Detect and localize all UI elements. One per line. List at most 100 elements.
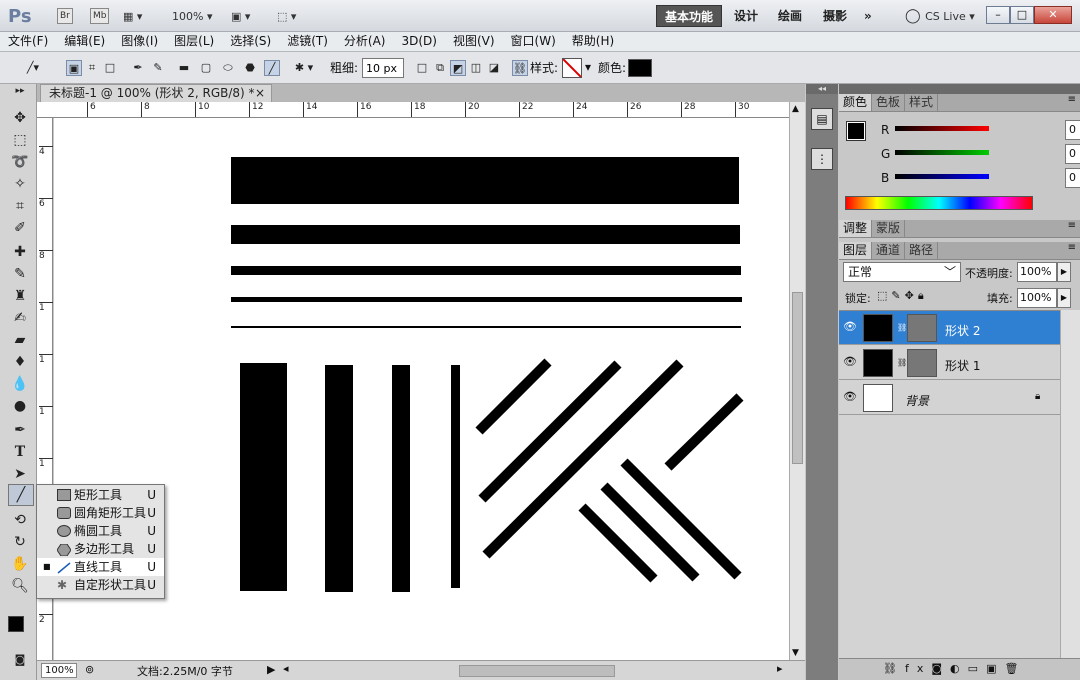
eye-icon[interactable]: 👁︎ xyxy=(843,356,857,368)
flyout-item-polygon[interactable]: 多边形工具 U xyxy=(37,540,164,558)
menu-window[interactable]: 窗口(W) xyxy=(503,32,564,51)
blue-value-field[interactable]: 0 xyxy=(1065,168,1080,188)
cs-live-button[interactable]: ◯ CS Live ▾ xyxy=(905,6,975,26)
menu-select[interactable]: 选择(S) xyxy=(222,32,279,51)
brush-tool[interactable]: ✎ xyxy=(9,264,31,284)
workspace-more-button[interactable]: » xyxy=(856,5,880,27)
rounded-rectangle-button[interactable]: ▢ xyxy=(198,60,214,76)
move-tool[interactable]: ✥ xyxy=(9,108,31,128)
menu-3d[interactable]: 3D(D) xyxy=(393,32,444,51)
red-slider[interactable] xyxy=(895,126,989,131)
link-style-button[interactable]: ⛓ xyxy=(512,60,528,76)
fill-field[interactable]: 100% xyxy=(1017,288,1057,308)
layer-row[interactable]: 👁︎ ⛓ 形状 1 xyxy=(839,346,1060,380)
quick-mask-button[interactable]: ◙ xyxy=(9,650,31,670)
eye-icon[interactable]: 👁︎ xyxy=(843,321,857,333)
green-slider[interactable] xyxy=(895,150,989,155)
properties-panel-button[interactable]: ⋮ xyxy=(811,148,833,170)
flyout-item-rounded-rectangle[interactable]: 圆角矩形工具 U xyxy=(37,504,164,522)
intersect-shape-area-button[interactable]: ◫ xyxy=(468,60,484,76)
mini-bridge-button[interactable]: Mb xyxy=(90,6,110,26)
workspace-essentials[interactable]: 基本功能 xyxy=(656,5,723,27)
close-tab-icon[interactable]: × xyxy=(255,85,265,101)
menu-file[interactable]: 文件(F) xyxy=(0,32,56,51)
workspace-painting[interactable]: 绘画 xyxy=(770,5,810,27)
dodge-tool[interactable]: ● xyxy=(9,396,31,416)
layer-row[interactable]: 👁︎ 背景 🔒︎ xyxy=(839,381,1060,415)
workspace-photography[interactable]: 摄影 xyxy=(815,5,855,27)
workspace-design[interactable]: 设计 xyxy=(726,5,766,27)
subtract-shape-area-button[interactable]: ◩ xyxy=(450,60,466,76)
layer-style-icon[interactable]: fx xyxy=(905,662,931,675)
tab-color[interactable]: 颜色 xyxy=(839,94,873,111)
minimize-button[interactable]: – xyxy=(986,6,1010,24)
foreground-color-swatch[interactable] xyxy=(8,616,24,632)
flyout-item-rectangle[interactable]: 矩形工具 U xyxy=(37,486,164,504)
scroll-up-icon[interactable]: ▲ xyxy=(792,104,799,114)
eraser-tool[interactable]: ▰ xyxy=(9,330,31,350)
lock-options-icons[interactable]: ⬚✎✥🔒︎ xyxy=(877,289,928,303)
tab-masks[interactable]: 蒙版 xyxy=(872,220,906,237)
weight-input[interactable] xyxy=(362,58,404,78)
arrange-documents-button[interactable]: ▣ ▾ xyxy=(231,6,250,26)
menu-image[interactable]: 图像(I) xyxy=(113,32,166,51)
pen-tool[interactable]: ✒ xyxy=(9,420,31,440)
tab-layers[interactable]: 图层 xyxy=(839,242,873,259)
status-menu-icon[interactable]: ▶ xyxy=(267,663,275,676)
scroll-right-icon[interactable]: ▸ xyxy=(777,662,783,675)
menu-edit[interactable]: 编辑(E) xyxy=(56,32,113,51)
horizontal-scroll-thumb[interactable] xyxy=(459,665,615,677)
zoom-tool[interactable]: 🔍︎ xyxy=(9,576,31,596)
fill-pixels-button[interactable]: □ xyxy=(102,60,118,76)
vertical-scroll-thumb[interactable] xyxy=(792,292,803,464)
add-shape-area-button[interactable]: ⧉ xyxy=(432,60,448,76)
quick-selection-tool[interactable]: ✧ xyxy=(9,174,31,194)
flyout-item-line[interactable]: ■ 直线工具 U xyxy=(37,558,164,576)
screen-mode-button[interactable]: ⬚ ▾ xyxy=(277,6,296,26)
blue-slider[interactable] xyxy=(895,174,989,179)
create-new-shape-area-button[interactable]: □ xyxy=(414,60,430,76)
blur-tool[interactable]: 💧 xyxy=(9,374,31,394)
close-button[interactable]: ✕ xyxy=(1034,6,1072,24)
path-selection-tool[interactable]: ➤ xyxy=(9,464,31,484)
bridge-button[interactable]: Br xyxy=(57,6,73,26)
pen-tool-button[interactable]: ✒ xyxy=(130,60,146,76)
history-brush-tool[interactable]: ✍ xyxy=(9,308,31,328)
tab-paths[interactable]: 路径 xyxy=(905,242,939,259)
line-button[interactable]: ╱ xyxy=(264,60,280,76)
zoom-field[interactable]: 100% xyxy=(41,663,77,678)
delete-layer-icon[interactable]: 🗑︎ xyxy=(1004,662,1026,675)
flyout-item-custom-shape[interactable]: ✱ 自定形状工具 U xyxy=(37,576,164,594)
group-icon[interactable]: ▭ xyxy=(968,662,986,675)
link-layers-icon[interactable]: ⛓ xyxy=(883,662,905,675)
menu-layer[interactable]: 图层(L) xyxy=(166,32,222,51)
green-value-field[interactable]: 0 xyxy=(1065,144,1080,164)
chevron-down-icon[interactable]: ▾ xyxy=(585,60,591,74)
layers-scrollbar[interactable] xyxy=(1060,310,1080,658)
line-tool[interactable]: ╱ xyxy=(8,484,34,506)
lasso-tool[interactable]: ➰ xyxy=(9,152,31,172)
flyout-item-ellipse[interactable]: 椭圆工具 U xyxy=(37,522,164,540)
zoom-level-dropdown[interactable]: 100% ▾ xyxy=(172,6,212,26)
hand-tool[interactable]: ✋ xyxy=(9,554,31,574)
style-picker[interactable] xyxy=(562,58,582,78)
tool-preset-picker[interactable]: ╱▾ xyxy=(20,60,46,76)
collapse-icon[interactable]: ◂◂ xyxy=(806,84,838,94)
paint-bucket-tool[interactable]: ♦ xyxy=(9,352,31,372)
fill-slider-arrow[interactable]: ▶ xyxy=(1057,288,1071,308)
shape-layers-button[interactable]: ▣ xyxy=(66,60,82,76)
3d-orbit-tool[interactable]: ↻ xyxy=(9,532,31,552)
eye-icon[interactable]: 👁︎ xyxy=(843,391,857,403)
panel-menu-icon[interactable]: ≡ xyxy=(1068,94,1076,105)
rectangle-button[interactable]: ▬ xyxy=(176,60,192,76)
menu-help[interactable]: 帮助(H) xyxy=(564,32,622,51)
collapse-icon[interactable]: ▸▸ xyxy=(9,86,31,96)
menu-analysis[interactable]: 分析(A) xyxy=(336,32,394,51)
opacity-slider-arrow[interactable]: ▶ xyxy=(1057,262,1071,282)
tab-swatches[interactable]: 色板 xyxy=(872,94,906,111)
scroll-down-icon[interactable]: ▼ xyxy=(792,648,799,658)
blend-mode-select[interactable]: 正常 ﹀ xyxy=(843,262,961,282)
clone-stamp-tool[interactable]: ♜ xyxy=(9,286,31,306)
layer-row[interactable]: 👁︎ ⛓ 形状 2 xyxy=(839,311,1060,345)
restore-button[interactable]: □ xyxy=(1010,6,1034,24)
